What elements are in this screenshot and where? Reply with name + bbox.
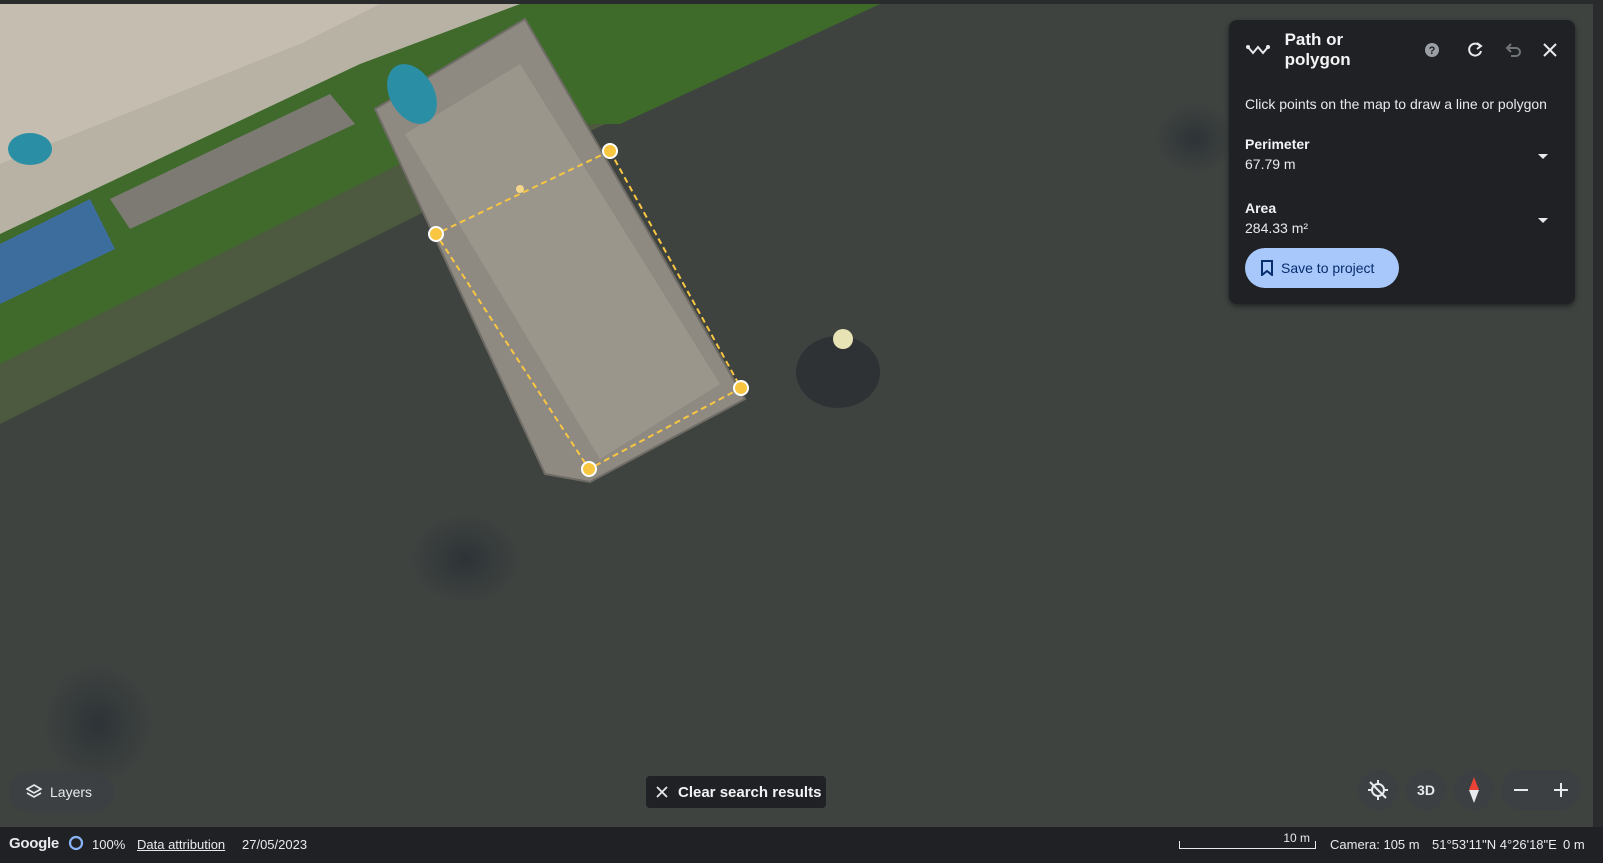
water-shadow — [1155, 104, 1235, 174]
save-button-label: Save to project — [1281, 260, 1375, 276]
chevron-down-icon[interactable] — [1537, 212, 1549, 230]
polygon-vertex — [602, 143, 618, 159]
window-edge — [1593, 0, 1603, 827]
polygon-vertex — [428, 226, 444, 242]
clear-search-label: Clear search results — [678, 783, 822, 801]
zoom-controls — [1501, 770, 1581, 810]
zoom-in-button[interactable] — [1541, 770, 1581, 810]
panel-header: Path or polygon ? — [1245, 30, 1563, 69]
location-off-button[interactable] — [1358, 770, 1398, 810]
map-viewport[interactable]: Path or polygon ? Click points on the ma… — [0, 0, 1603, 863]
imagery-date: 27/05/2023 — [242, 837, 308, 852]
clear-search-results-button[interactable]: Clear search results — [646, 776, 826, 808]
panel-title: Path or polygon — [1284, 30, 1351, 69]
data-attribution-link[interactable]: Data attribution — [137, 837, 225, 852]
location-off-icon — [1367, 779, 1389, 801]
save-to-project-button[interactable]: Save to project — [1245, 248, 1399, 288]
bookmark-icon — [1261, 260, 1273, 276]
area-value: 284.33 m² — [1245, 220, 1309, 236]
polygon-vertex — [581, 461, 597, 477]
close-icon — [656, 786, 668, 798]
chevron-down-icon[interactable] — [1537, 148, 1549, 166]
perimeter-value: 67.79 m — [1245, 156, 1296, 172]
perimeter-label: Perimeter — [1245, 136, 1310, 152]
camera-altitude: Camera: 105 m — [1330, 837, 1420, 852]
compass-icon — [1468, 776, 1480, 804]
area-row[interactable]: Area 284.33 m² — [1245, 200, 1565, 244]
svg-text:?: ? — [1428, 45, 1435, 57]
3d-toggle-button[interactable]: 3D — [1406, 770, 1446, 810]
layers-button[interactable]: Layers — [10, 772, 114, 812]
measure-panel: Path or polygon ? Click points on the ma… — [1229, 20, 1575, 304]
undo-icon[interactable] — [1500, 36, 1526, 64]
teal-vehicle — [8, 133, 52, 165]
redo-icon[interactable] — [1462, 36, 1488, 64]
water-shadow — [43, 664, 153, 784]
compass-button[interactable] — [1454, 770, 1494, 810]
cursor-coordinates: 51°53'11"N 4°26'18"E — [1432, 837, 1557, 852]
polygon-vertex — [733, 380, 749, 396]
area-label: Area — [1245, 200, 1277, 216]
scale-bar: 10 m — [1179, 831, 1316, 849]
loading-ring-icon — [68, 835, 84, 851]
help-icon[interactable]: ? — [1419, 36, 1445, 64]
cursor-elevation: 0 m — [1563, 837, 1585, 852]
polygon-midpoint — [516, 185, 524, 193]
layers-icon — [26, 784, 42, 800]
zoom-out-button[interactable] — [1501, 770, 1541, 810]
panel-instructions: Click points on the map to draw a line o… — [1245, 96, 1547, 112]
status-bar: Google 100% Data attribution 27/05/2023 … — [0, 827, 1603, 863]
buoy-light — [833, 329, 853, 349]
path-icon — [1245, 36, 1271, 64]
layers-label: Layers — [50, 784, 93, 800]
water-shadow — [410, 514, 520, 604]
scale-label: 10 m — [1283, 831, 1310, 845]
google-logo: Google — [9, 835, 59, 852]
zoom-out-icon — [1513, 782, 1529, 798]
loading-percent: 100% — [92, 837, 126, 852]
zoom-in-icon — [1553, 782, 1569, 798]
close-icon[interactable] — [1537, 36, 1563, 64]
perimeter-row[interactable]: Perimeter 67.79 m — [1245, 136, 1565, 180]
